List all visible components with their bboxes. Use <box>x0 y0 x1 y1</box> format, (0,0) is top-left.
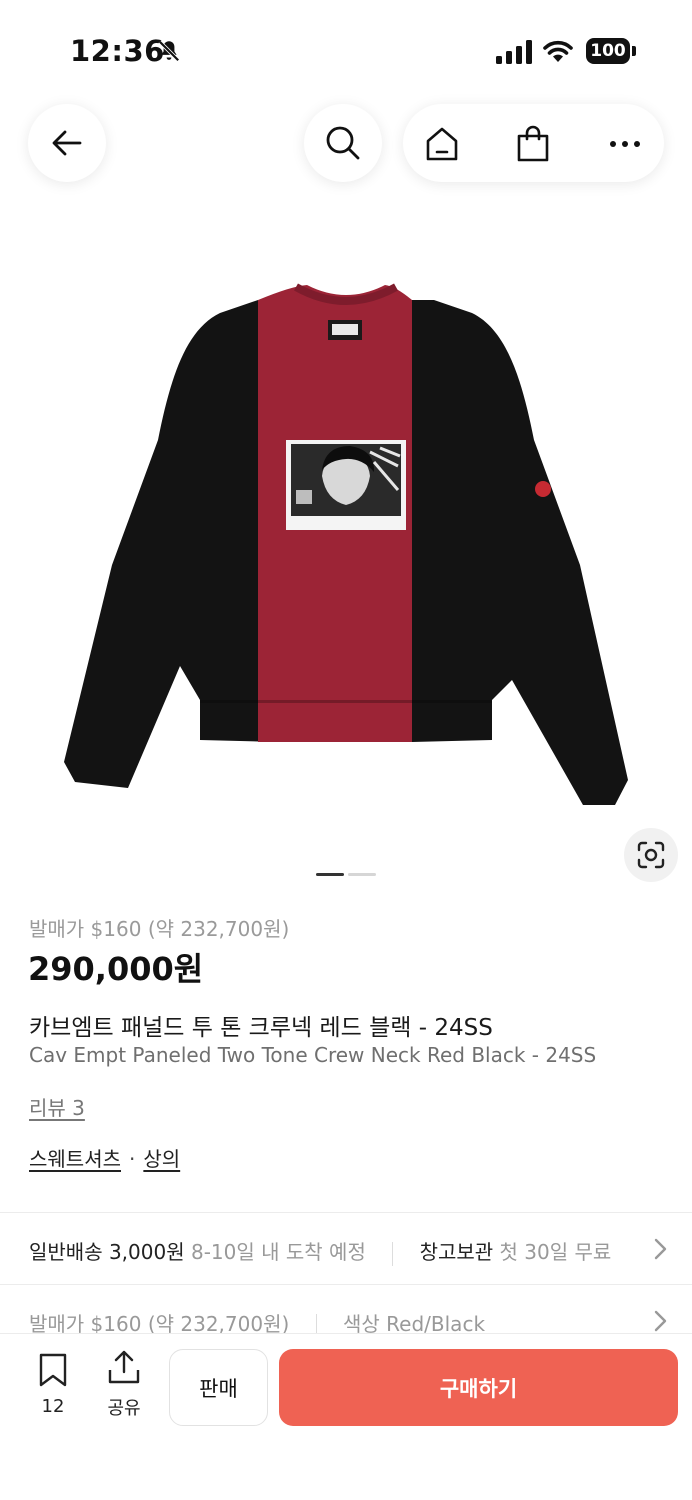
search-icon <box>326 126 360 160</box>
bottom-action-bar: 12 공유 판매 구매하기 <box>0 1333 692 1500</box>
more-icon <box>610 141 640 147</box>
battery-icon: 100 <box>586 38 636 64</box>
pagination-dot-active[interactable] <box>316 873 344 876</box>
row-separator <box>392 1241 394 1266</box>
status-bar: 12:36 100 <box>0 0 692 100</box>
product-title-english: Cav Empt Paneled Two Tone Crew Neck Red … <box>29 1043 597 1067</box>
search-button[interactable] <box>304 104 382 182</box>
more-button[interactable] <box>605 124 645 164</box>
release-price: 발매가 $160 (약 232,700원) <box>29 917 290 941</box>
storage-description: 첫 30일 무료 <box>499 1240 612 1264</box>
category-breadcrumb: 스웨트셔츠 · 상의 <box>29 1143 180 1172</box>
divider <box>0 1212 692 1213</box>
home-button[interactable] <box>422 124 462 164</box>
cart-button[interactable] <box>513 124 553 164</box>
bell-off-icon <box>158 40 180 62</box>
back-button[interactable] <box>28 104 106 182</box>
category-separator: · <box>129 1147 136 1171</box>
category-link-tops[interactable]: 상의 <box>143 1147 180 1171</box>
product-title-korean: 카브엠트 패널드 투 톤 크루넥 레드 블랙 - 24SS <box>29 1015 493 1041</box>
bookmark-count: 12 <box>41 1396 65 1417</box>
chevron-right-icon <box>654 1238 667 1260</box>
divider <box>0 1284 692 1285</box>
storage-label: 창고보관 <box>419 1240 494 1264</box>
image-pagination <box>316 873 378 877</box>
buy-button[interactable]: 구매하기 <box>279 1349 678 1426</box>
wifi-icon <box>543 40 573 62</box>
delivery-type: 일반배송 3,000원 <box>29 1240 185 1264</box>
chevron-right-icon <box>654 1310 667 1332</box>
image-search-button[interactable] <box>624 828 678 882</box>
share-icon <box>108 1350 140 1384</box>
product-price: 290,000원 <box>28 950 204 988</box>
nav-actions-group <box>403 104 664 182</box>
sell-button[interactable]: 판매 <box>169 1349 268 1426</box>
delivery-eta: 8-10일 내 도착 예정 <box>190 1240 366 1264</box>
battery-level: 100 <box>586 38 630 64</box>
status-time: 12:36 <box>70 34 165 68</box>
product-image[interactable] <box>0 240 692 860</box>
share-button[interactable]: 공유 <box>101 1348 147 1420</box>
bookmark-button[interactable]: 12 <box>30 1352 76 1417</box>
shopping-bag-icon <box>517 125 549 162</box>
signal-icon <box>496 40 532 64</box>
home-icon <box>426 127 458 161</box>
share-label: 공유 <box>107 1398 141 1419</box>
category-link-sweatshirts[interactable]: 스웨트셔츠 <box>29 1147 121 1171</box>
delivery-row[interactable]: 일반배송 3,000원 8-10일 내 도착 예정 창고보관 첫 30일 무료 <box>29 1236 669 1266</box>
pagination-dot[interactable] <box>348 873 376 876</box>
bookmark-icon <box>39 1353 67 1387</box>
lens-scan-icon <box>637 841 665 869</box>
arrow-left-icon <box>52 130 82 156</box>
review-link[interactable]: 리뷰 3 <box>29 1092 85 1121</box>
